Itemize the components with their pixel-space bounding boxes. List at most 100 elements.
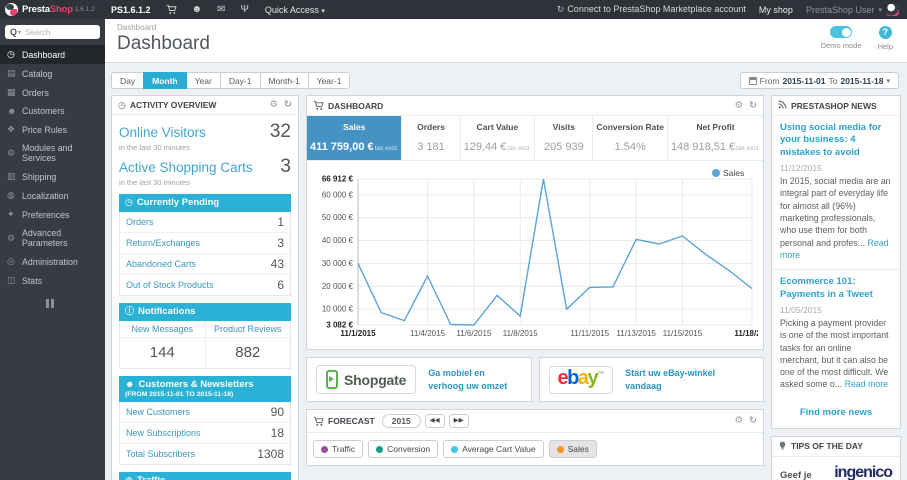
- clock-icon: ◷: [125, 197, 133, 207]
- new-customers-link[interactable]: New Customers: [126, 407, 190, 417]
- kpi-sales[interactable]: Sales 411 759,00 €tax excl.: [307, 116, 402, 160]
- new-messages-link[interactable]: New Messages: [120, 321, 205, 338]
- dashboard-panel-title: DASHBOARD: [328, 100, 384, 111]
- product-reviews-value: 882: [235, 343, 261, 361]
- gear-icon[interactable]: ⚙: [735, 416, 744, 426]
- range-year-button[interactable]: Year: [185, 72, 221, 89]
- news-item-excerpt: In 2015, social media are an integral pa…: [780, 176, 891, 260]
- legend-traffic-button[interactable]: Traffic: [313, 440, 364, 458]
- svg-text:11/15/2015: 11/15/2015: [663, 329, 703, 338]
- date-range-button[interactable]: From 2015-11-01 To 2015-11-18 ▾: [739, 72, 899, 89]
- sidebar-item-price-rules[interactable]: ❖ Price Rules: [0, 120, 105, 139]
- svg-text:11/11/2015: 11/11/2015: [570, 329, 609, 338]
- page: PrestaShop 1.6.1.2 PS1.6.1.2 ☻ ✉ Ψ Quick…: [0, 0, 907, 480]
- messages-icon[interactable]: ✉: [217, 4, 225, 15]
- lightbulb-icon: [778, 441, 787, 452]
- refresh-icon[interactable]: ↻: [284, 100, 292, 110]
- kpi-visits[interactable]: Visits 205 939: [534, 116, 592, 160]
- gear-icon[interactable]: ⚙: [270, 100, 279, 110]
- help-icon[interactable]: ?: [878, 26, 892, 39]
- breadcrumb[interactable]: Dashboard: [117, 23, 895, 32]
- user-menu[interactable]: PrestaShop User ▾: [806, 3, 899, 16]
- sidebar-item-stats[interactable]: ◫ Stats: [0, 271, 105, 290]
- online-visitors-link[interactable]: Online Visitors: [119, 125, 206, 140]
- cart-icon[interactable]: [166, 4, 177, 16]
- abandoned-carts-link[interactable]: Abandoned Carts: [126, 259, 196, 269]
- sidebar-item-customers[interactable]: ☻ Customers: [0, 102, 105, 120]
- kpi-orders[interactable]: Orders 3 181: [401, 116, 459, 160]
- chevron-down-icon: ▾: [321, 7, 325, 15]
- prestashop-brand[interactable]: PrestaShop 1.6.1.2: [0, 3, 105, 16]
- sidebar-item-modules[interactable]: ⚙ Modules and Services: [0, 139, 105, 167]
- kpi-conversion-rate[interactable]: Conversion Rate 1.54%: [592, 116, 667, 160]
- search-input[interactable]: [25, 27, 76, 37]
- demo-mode-label: Demo mode: [820, 41, 862, 50]
- forecast-year-badge[interactable]: 2015: [381, 414, 421, 428]
- out-of-stock-link[interactable]: Out of Stock Products: [126, 280, 214, 290]
- new-subscriptions-link[interactable]: New Subscriptions: [126, 428, 201, 438]
- ebay-link[interactable]: Start uw eBay-winkel vandaag: [625, 367, 754, 391]
- range-day-1-button[interactable]: Day-1: [219, 72, 261, 89]
- range-buttons: Day Month Year Day-1 Month-1 Year-1: [111, 72, 351, 89]
- legend-conversion-button[interactable]: Conversion: [368, 440, 439, 458]
- customers-icon: ☻: [7, 106, 17, 116]
- user-icon: ☻: [125, 378, 135, 389]
- clock-icon: ◷: [118, 99, 126, 110]
- shopgate-link[interactable]: Ga mobiel en verhoog uw omzet: [428, 367, 521, 391]
- main-area: Dashboard Dashboard Demo mode ? Help Day: [105, 19, 907, 480]
- find-more-news-link[interactable]: Find more news: [772, 399, 900, 428]
- news-item-title[interactable]: Using social media for your business: 4 …: [780, 122, 892, 159]
- forecast-prev-button[interactable]: ◀◀: [424, 414, 445, 428]
- demo-mode-toggle[interactable]: [830, 26, 853, 38]
- prestashop-logo-icon: [5, 3, 18, 16]
- product-reviews-link[interactable]: Product Reviews: [205, 321, 290, 338]
- info-icon: ⓘ: [125, 305, 135, 316]
- employees-icon[interactable]: ☻: [192, 4, 203, 15]
- my-shop-link[interactable]: My shop: [759, 5, 793, 15]
- chevron-down-icon: ▾: [886, 77, 890, 85]
- legend-sales-button[interactable]: Sales: [548, 440, 597, 458]
- sidebar-item-dashboard[interactable]: ◷ Dashboard: [0, 45, 105, 64]
- sidebar-item-administration[interactable]: ◎ Administration: [0, 252, 105, 271]
- shopgate-logo[interactable]: Shopgate: [316, 365, 417, 394]
- total-subscribers-link[interactable]: Total Subscribers: [126, 449, 195, 459]
- read-more-link[interactable]: Read more: [845, 379, 889, 389]
- sidebar-item-advanced-parameters[interactable]: ⚙ Advanced Parameters: [0, 224, 105, 252]
- news-item-title[interactable]: Ecommerce 101: Payments in a Tweet: [780, 276, 892, 301]
- range-month-1-button[interactable]: Month-1: [259, 72, 309, 89]
- help-control: ? Help: [878, 26, 893, 51]
- refresh-icon[interactable]: ↻: [749, 416, 757, 426]
- forecast-next-button[interactable]: ▶▶: [448, 414, 469, 428]
- sidebar-item-localization[interactable]: ◍ Localization: [0, 186, 105, 205]
- marketplace-link[interactable]: ↻ Connect to PrestaShop Marketplace accou…: [557, 4, 746, 15]
- search-scope-caret-icon[interactable]: ▾: [18, 29, 21, 36]
- quick-access-menu[interactable]: Quick Access ▾: [265, 5, 325, 15]
- sidebar-item-orders[interactable]: ▦ Orders: [0, 83, 105, 102]
- range-month-button[interactable]: Month: [143, 72, 187, 89]
- sidebar-item-catalog[interactable]: ▤ Catalog: [0, 64, 105, 83]
- pending-returns-link[interactable]: Return/Exchanges: [126, 238, 200, 248]
- administration-icon: ◎: [7, 256, 15, 266]
- legend-average-cart-value-button[interactable]: Average Cart Value: [443, 440, 544, 458]
- list-item: Using social media for your business: 4 …: [772, 116, 900, 269]
- sidebar-item-preferences[interactable]: ✦ Preferences: [0, 205, 105, 224]
- refresh-icon[interactable]: ↻: [749, 101, 757, 111]
- trophy-icon[interactable]: Ψ: [240, 4, 248, 15]
- range-year-1-button[interactable]: Year-1: [307, 72, 351, 89]
- ebay-logo[interactable]: ebay™: [548, 365, 614, 394]
- chevron-down-icon: ▾: [878, 6, 882, 14]
- news-item-excerpt: Picking a payment provider is one of the…: [780, 317, 889, 390]
- svg-text:11/18/201: 11/18/201: [734, 329, 758, 338]
- kpi-cart-value[interactable]: Cart Value 129,44 €tax excl.: [459, 116, 535, 160]
- sidebar-item-shipping[interactable]: ▥ Shipping: [0, 167, 105, 186]
- svg-text:66 912 €: 66 912 €: [322, 175, 354, 184]
- gear-icon[interactable]: ⚙: [735, 101, 744, 111]
- range-day-button[interactable]: Day: [111, 72, 145, 89]
- search-icon[interactable]: Q: [10, 27, 17, 37]
- sidebar-collapse-button[interactable]: [46, 299, 105, 308]
- notifications-columns: New Messages 144 Product Reviews 882: [119, 320, 291, 369]
- kpi-net-profit[interactable]: Net Profit 148 918,51 €tax excl.: [666, 116, 763, 160]
- active-carts-link[interactable]: Active Shopping Carts: [119, 160, 253, 175]
- table-row: Abandoned Carts 43: [120, 252, 290, 274]
- pending-orders-link[interactable]: Orders: [126, 217, 154, 227]
